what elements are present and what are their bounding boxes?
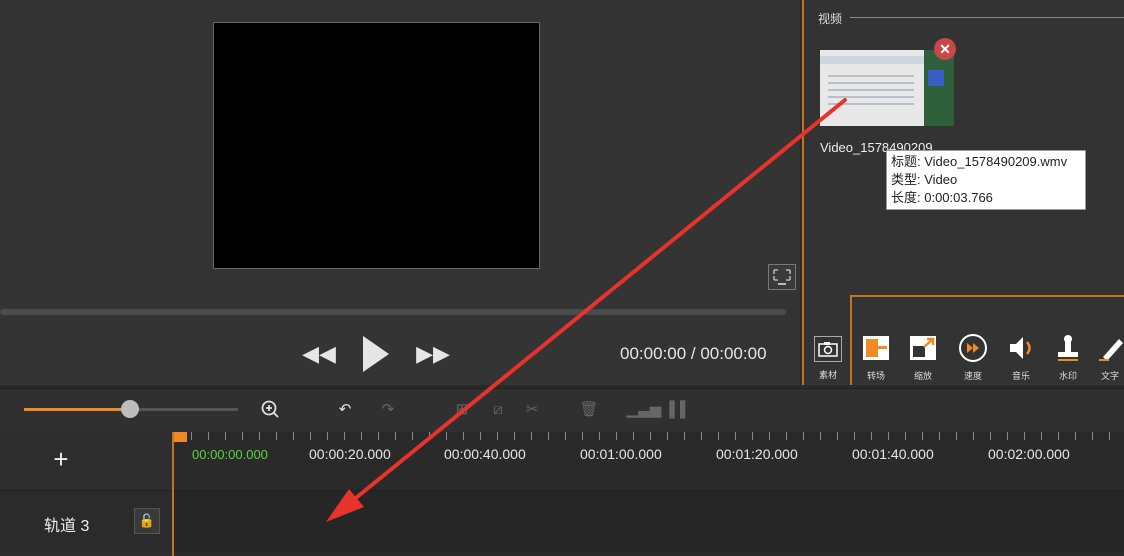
trash-icon: 🗑 bbox=[579, 401, 599, 418]
playhead[interactable] bbox=[173, 432, 187, 442]
camera-icon bbox=[814, 336, 842, 362]
bars-icon: ▌▌ bbox=[669, 400, 691, 418]
media-section-label: 视频 bbox=[818, 12, 843, 26]
playback-timecode: 00:00:00 / 00:00:00 bbox=[620, 344, 767, 363]
undo-icon: ↶ bbox=[338, 401, 352, 418]
zoom-in-button[interactable] bbox=[258, 397, 282, 421]
track-lock-button[interactable]: 🔓 bbox=[134, 508, 160, 534]
track-drop-area[interactable] bbox=[174, 491, 1124, 553]
zoom-slider-handle[interactable] bbox=[121, 400, 139, 418]
tool-label: 素材 bbox=[818, 370, 837, 380]
add-track-button[interactable]: + bbox=[48, 446, 74, 472]
thumbnail-graphic bbox=[928, 70, 944, 86]
tooltip-title: 标题: Video_1578490209.wmv bbox=[891, 154, 1068, 169]
ruler-tick-label: 00:01:20.000 bbox=[716, 446, 798, 462]
rewind-button[interactable]: ◀◀ bbox=[300, 338, 338, 370]
fullscreen-icon bbox=[773, 269, 791, 285]
tooltip-length: 长度: 0:00:03.766 bbox=[891, 190, 993, 205]
fullscreen-button[interactable] bbox=[768, 264, 796, 290]
split-icon: ⊞ bbox=[455, 401, 469, 418]
cut-button[interactable]: ✂ bbox=[520, 397, 544, 421]
tool-label: 转场 bbox=[866, 371, 885, 381]
close-icon: ✕ bbox=[939, 41, 951, 57]
video-preview-screen bbox=[213, 22, 540, 269]
ruler-ticks bbox=[174, 432, 1124, 440]
section-divider bbox=[850, 17, 1124, 18]
play-button[interactable] bbox=[355, 332, 395, 376]
audio-adjust-button[interactable]: ▌▌ bbox=[668, 397, 692, 421]
zoom-in-icon bbox=[261, 400, 279, 418]
split-button[interactable]: ⊞ bbox=[450, 397, 474, 421]
ruler-tick-label: 00:00:20.000 bbox=[309, 446, 391, 462]
tooltip-type: 类型: Video bbox=[891, 172, 958, 187]
ruler-tick-label: 00:02:00.000 bbox=[988, 446, 1070, 462]
timeline-current-time: 00:00:00.000 bbox=[192, 447, 268, 462]
thumbnail-strip bbox=[924, 50, 954, 126]
playback-progress-bar[interactable] bbox=[0, 309, 786, 315]
crop-button[interactable]: ⧄ bbox=[486, 397, 510, 421]
media-tooltip: 标题: Video_1578490209.wmv 类型: Video 长度: 0… bbox=[886, 150, 1086, 210]
delete-media-button[interactable]: ✕ bbox=[934, 38, 956, 60]
tool-label: 缩放 bbox=[913, 371, 932, 381]
track-separator bbox=[172, 432, 174, 556]
ruler-tick-label: 00:01:00.000 bbox=[580, 446, 662, 462]
text-pen-icon bbox=[1097, 333, 1123, 363]
ruler-tick-label: 00:00:40.000 bbox=[444, 446, 526, 462]
stamp-icon bbox=[1053, 333, 1083, 363]
rewind-icon: ◀◀ bbox=[302, 341, 336, 366]
bar-chart-icon: ▁▃▅ bbox=[626, 401, 662, 418]
crop-icon: ⧄ bbox=[493, 400, 503, 418]
zoom-slider-fill bbox=[24, 408, 130, 411]
zoom-effect-icon bbox=[908, 333, 938, 363]
track-name: 轨道 3 bbox=[44, 518, 90, 535]
tool-label: 速度 bbox=[963, 371, 982, 381]
tool-label: 音乐 bbox=[1011, 371, 1030, 381]
play-icon bbox=[363, 336, 389, 372]
thumbnail-content bbox=[828, 70, 914, 110]
speaker-icon bbox=[1006, 333, 1036, 363]
redo-icon: ↷ bbox=[381, 401, 395, 418]
speed-icon bbox=[958, 333, 988, 363]
redo-button[interactable]: ↷ bbox=[376, 397, 400, 421]
plus-icon: + bbox=[53, 444, 69, 474]
fast-forward-button[interactable]: ▶▶ bbox=[414, 338, 452, 370]
fast-forward-icon: ▶▶ bbox=[416, 341, 450, 366]
audio-level-button[interactable]: ▁▃▅ bbox=[627, 397, 662, 421]
lock-icon: 🔓 bbox=[138, 513, 156, 528]
scissors-icon: ✂ bbox=[525, 401, 539, 418]
undo-button[interactable]: ↶ bbox=[333, 397, 357, 421]
tool-label: 水印 bbox=[1058, 371, 1077, 381]
tool-label: 文字 bbox=[1100, 371, 1119, 381]
ruler-tick-label: 00:01:40.000 bbox=[852, 446, 934, 462]
transition-icon bbox=[861, 333, 891, 363]
delete-button[interactable]: 🗑 bbox=[577, 397, 601, 421]
video-thumbnail[interactable] bbox=[820, 50, 954, 126]
